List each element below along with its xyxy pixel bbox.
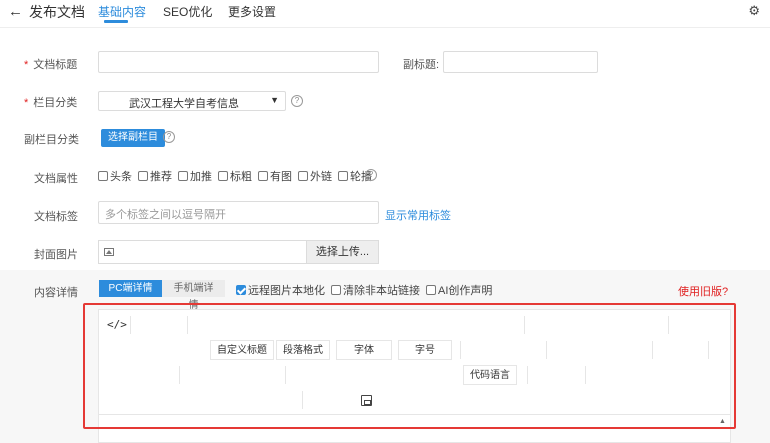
clear-external-links-checkbox[interactable]: 清除非本站链接: [331, 282, 420, 298]
attr-has-image-checkbox[interactable]: 有图: [258, 168, 292, 184]
image-icon: [104, 248, 114, 256]
attr-external-link-checkbox[interactable]: 外链: [298, 168, 332, 184]
attributes-label: 文档属性: [34, 173, 78, 185]
highlight-box: [83, 303, 736, 429]
checkbox[interactable]: [138, 171, 148, 181]
attr-recommend-checkbox[interactable]: 推荐: [138, 168, 172, 184]
help-icon[interactable]: ?: [365, 169, 377, 181]
checkbox[interactable]: [298, 171, 308, 181]
tab-pc-detail[interactable]: PC端详情: [99, 280, 162, 297]
page-title: 发布文档: [29, 4, 85, 20]
checkbox[interactable]: [98, 171, 108, 181]
cover-label: 封面图片: [34, 249, 78, 261]
category-label: * 栏目分类: [24, 97, 78, 109]
required-mark: *: [24, 97, 29, 109]
tags-label: 文档标签: [34, 211, 78, 223]
help-icon[interactable]: ?: [163, 131, 175, 143]
back-arrow-icon[interactable]: ←: [8, 4, 23, 20]
tab-seo[interactable]: SEO优化: [163, 3, 212, 20]
active-tab-indicator: [104, 20, 128, 23]
attr-headline-checkbox[interactable]: 头条: [98, 168, 132, 184]
gear-icon[interactable]: ⚙: [748, 3, 760, 19]
chevron-down-icon: ▼: [270, 95, 279, 105]
use-old-version-link[interactable]: 使用旧版?: [678, 283, 728, 299]
checkbox[interactable]: [426, 285, 436, 295]
help-icon[interactable]: ?: [291, 95, 303, 107]
checkbox[interactable]: [258, 171, 268, 181]
tab-basic-content[interactable]: 基础内容: [98, 3, 146, 20]
content-label: 内容详情: [34, 287, 78, 299]
select-sub-category-button[interactable]: 选择副栏目: [101, 129, 165, 147]
back-button[interactable]: ← 发布文档: [8, 2, 85, 22]
doc-title-label: * 文档标题: [24, 59, 78, 71]
upload-button[interactable]: 选择上传...: [306, 240, 379, 264]
cover-image-field[interactable]: [98, 240, 306, 264]
tab-mobile-detail[interactable]: 手机端详情: [162, 280, 225, 311]
attr-bold-checkbox[interactable]: 标粗: [218, 168, 252, 184]
ai-declaration-checkbox[interactable]: AI创作声明: [426, 282, 492, 298]
content-options: 远程图片本地化 清除非本站链接 AI创作声明: [236, 282, 498, 298]
required-mark: *: [24, 59, 29, 71]
checkbox[interactable]: [236, 285, 246, 295]
category-select[interactable]: 武汉工程大学自考信息 ▼: [98, 91, 286, 111]
top-bar: ← 发布文档 基础内容 SEO优化 更多设置 ⚙: [0, 0, 770, 28]
tab-more-settings[interactable]: 更多设置: [228, 3, 276, 20]
subtitle-input[interactable]: [443, 51, 598, 73]
checkbox[interactable]: [178, 171, 188, 181]
subtitle-label: 副标题:: [403, 59, 440, 71]
checkbox[interactable]: [338, 171, 348, 181]
tags-input[interactable]: 多个标签之间以逗号隔开: [98, 201, 379, 224]
show-common-tags-link[interactable]: 显示常用标签: [385, 207, 451, 223]
category-select-value: 武汉工程大学自考信息: [129, 98, 239, 110]
checkbox[interactable]: [218, 171, 228, 181]
doc-title-input[interactable]: [98, 51, 379, 73]
remote-image-localize-checkbox[interactable]: 远程图片本地化: [236, 282, 325, 298]
checkbox[interactable]: [331, 285, 341, 295]
attributes-group: 头条 推荐 加推 标粗 有图 外链 轮播: [98, 168, 378, 184]
sub-category-label: 副栏目分类: [24, 134, 79, 146]
attr-promote-checkbox[interactable]: 加推: [178, 168, 212, 184]
